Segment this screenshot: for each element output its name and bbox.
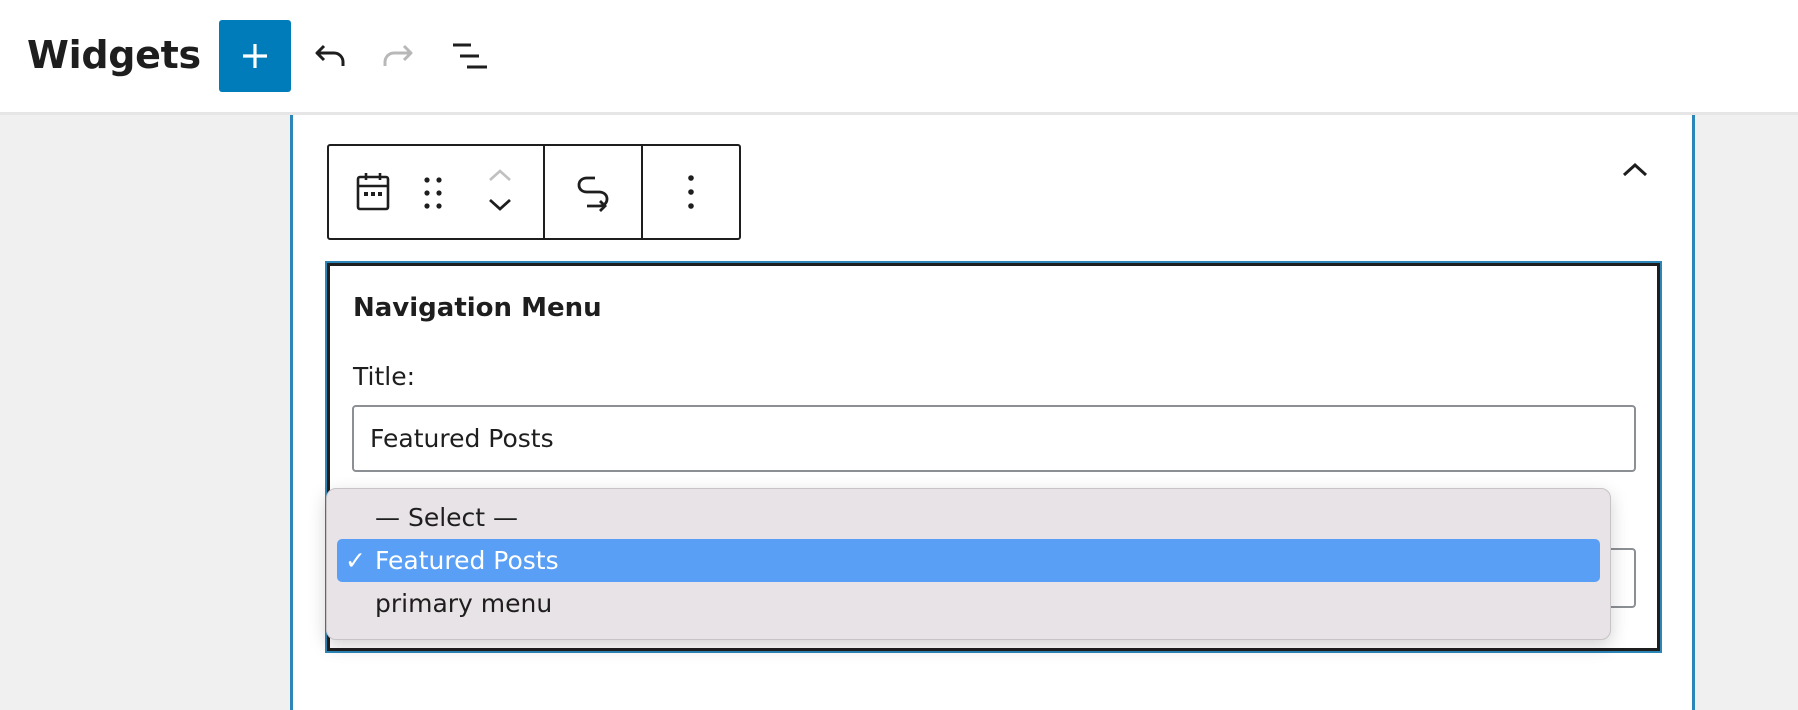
chevron-up-icon [489,169,511,181]
page-title: Widgets [27,33,201,77]
menu-select-dropdown: — Select — ✓ Featured Posts primary menu [326,488,1611,640]
redo-icon [383,44,413,66]
block-toolbar-group-main [329,146,545,238]
list-view-button[interactable] [448,34,492,78]
move-down-button[interactable] [486,196,514,218]
block-options-button[interactable] [643,146,739,238]
collapse-widget-area-button[interactable] [1615,152,1655,188]
block-type-button[interactable] [355,171,391,217]
dropdown-option-select[interactable]: — Select — [337,496,1600,539]
plus-icon [243,44,267,68]
drag-handle-icon [424,177,442,209]
option-label: Featured Posts [375,546,559,575]
editor-header: Widgets [0,0,1798,115]
redo-button[interactable] [376,34,420,78]
widget-heading: Navigation Menu [353,293,602,323]
chevron-up-icon [1622,162,1648,177]
drag-handle[interactable] [422,175,444,215]
block-toolbar [327,144,741,240]
undo-icon [315,44,345,66]
list-view-icon [453,43,487,69]
checkmark-icon: ✓ [345,546,366,575]
option-label: — Select — [375,503,519,532]
move-up-button[interactable] [486,166,514,188]
more-vertical-icon [688,175,694,209]
title-label: Title: [353,362,415,391]
calendar-icon [356,173,390,211]
dropdown-option-primary-menu[interactable]: primary menu [337,582,1600,625]
chevron-down-icon [489,198,511,211]
dropdown-option-featured-posts[interactable]: ✓ Featured Posts [337,539,1600,582]
undo-button[interactable] [308,34,352,78]
add-block-button[interactable] [219,20,291,92]
transform-button[interactable] [545,146,643,238]
title-input[interactable] [352,405,1636,472]
option-label: primary menu [375,589,553,618]
transform-icon [577,176,609,212]
